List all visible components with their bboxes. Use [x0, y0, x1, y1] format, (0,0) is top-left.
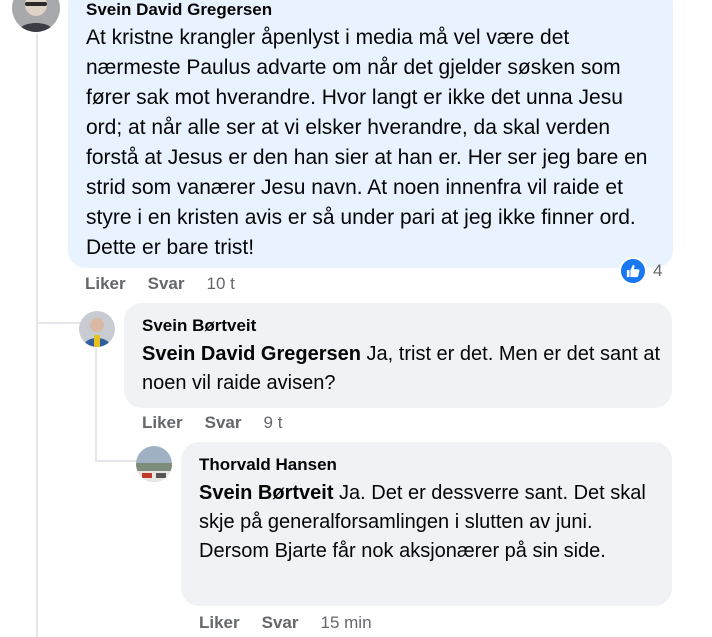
like-button[interactable]: Liker	[199, 613, 240, 633]
thread-line-branch-1	[36, 322, 80, 324]
thread-line-main	[36, 34, 38, 637]
comment-actions: Liker Svar 9 t	[142, 413, 282, 433]
comment-author[interactable]: Thorvald Hansen	[199, 455, 654, 475]
comment-author[interactable]: Svein Børtveit	[142, 316, 654, 336]
avatar[interactable]	[79, 311, 115, 347]
like-button[interactable]: Liker	[142, 413, 183, 433]
timestamp[interactable]: 9 t	[264, 413, 283, 433]
thread-line-sub	[95, 348, 97, 460]
comment-text: Svein David Gregersen Ja, trist er det. …	[142, 340, 662, 398]
user-photo-icon	[136, 446, 172, 482]
like-icon	[619, 257, 647, 285]
mention-link[interactable]: Svein David Gregersen	[142, 343, 361, 365]
comment-actions: Liker Svar 15 min	[199, 613, 372, 633]
comment-actions: Liker Svar 10 t	[85, 274, 235, 294]
avatar[interactable]	[136, 446, 172, 482]
avatar[interactable]	[12, 0, 60, 32]
comment-text: At kristne krangler åpenlyst i media må …	[86, 26, 648, 259]
timestamp[interactable]: 15 min	[321, 613, 372, 633]
user-photo-icon	[12, 0, 60, 32]
reaction-summary[interactable]: 4	[619, 257, 662, 285]
like-button[interactable]: Liker	[85, 274, 126, 294]
comment-bubble: Thorvald Hansen Svein Børtveit Ja. Det e…	[181, 442, 672, 606]
timestamp[interactable]: 10 t	[207, 274, 235, 294]
reaction-count: 4	[653, 261, 663, 280]
mention-link[interactable]: Svein Børtveit	[199, 482, 333, 504]
comment-text: Svein Børtveit Ja. Det er dessverre sant…	[199, 479, 659, 566]
reply-button[interactable]: Svar	[262, 613, 299, 633]
user-photo-icon	[79, 311, 115, 347]
thread-line-branch-2	[95, 460, 137, 462]
comment-author[interactable]: Svein David Gregersen	[86, 0, 655, 20]
reply-button[interactable]: Svar	[205, 413, 242, 433]
comment-bubble: Svein David Gregersen At kristne krangle…	[68, 0, 673, 268]
comment-bubble: Svein Børtveit Svein David Gregersen Ja,…	[124, 303, 672, 408]
reply-button[interactable]: Svar	[148, 274, 185, 294]
